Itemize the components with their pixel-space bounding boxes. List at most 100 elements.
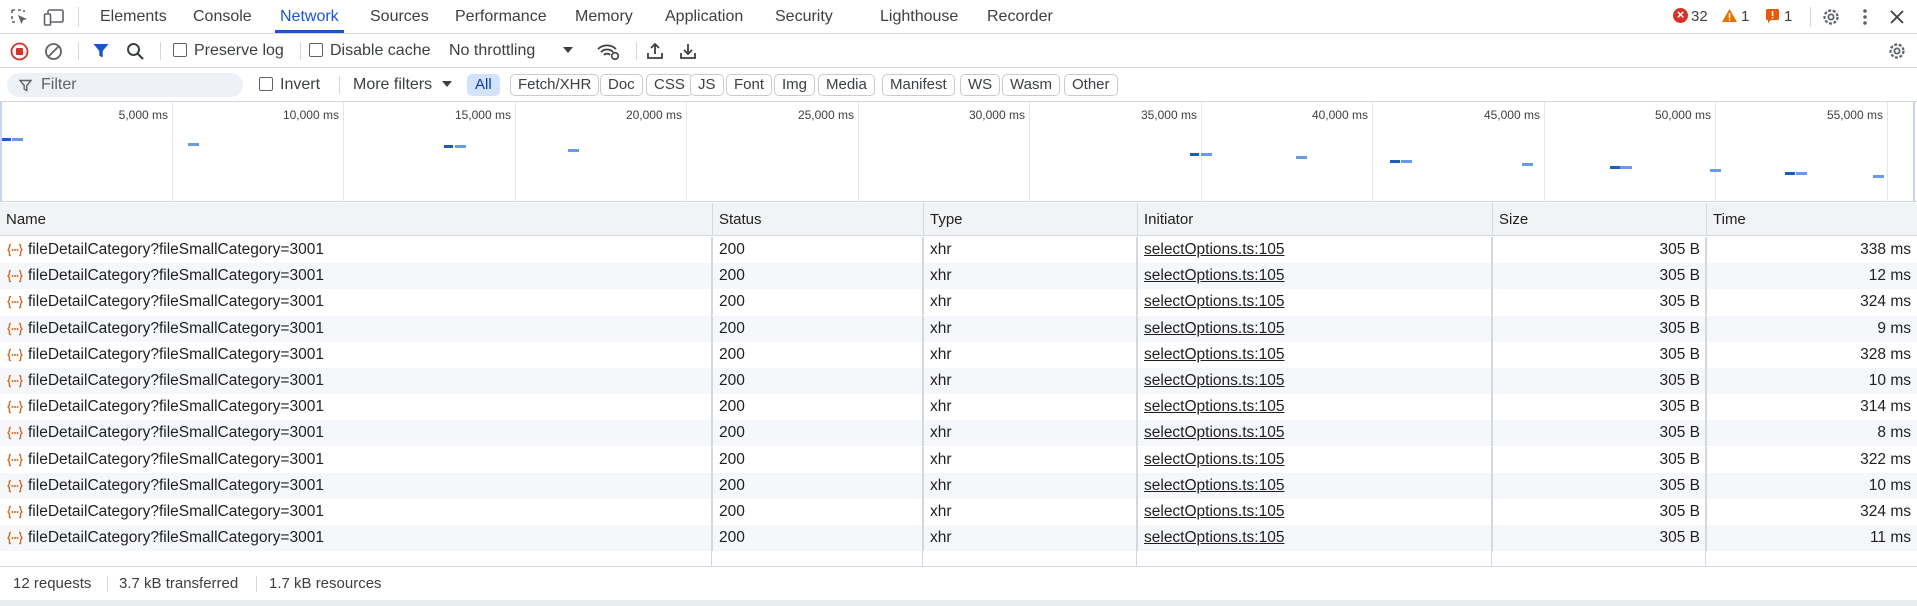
cell-initiator: selectOptions.ts:105 <box>1137 315 1492 342</box>
initiator-link[interactable]: selectOptions.ts:105 <box>1144 477 1284 494</box>
filter-type-img[interactable]: Img <box>774 74 816 96</box>
settings-gear-icon[interactable] <box>1820 7 1842 27</box>
table-row[interactable]: fileDetailCategory?fileSmallCategory=300… <box>0 237 1917 263</box>
error-count-badge[interactable]: 32 <box>1673 6 1708 26</box>
network-settings-gear-icon[interactable] <box>1886 41 1908 65</box>
clear-log-icon[interactable] <box>44 42 63 65</box>
filter-type-other[interactable]: Other <box>1064 74 1118 96</box>
tab-security[interactable]: Security <box>775 0 833 33</box>
overview-gridline <box>1887 102 1888 202</box>
overview-gridline <box>172 102 173 202</box>
table-row[interactable]: fileDetailCategory?fileSmallCategory=300… <box>0 263 1917 290</box>
column-header-initiator[interactable]: Initiator <box>1137 203 1492 236</box>
warning-icon <box>1722 9 1737 22</box>
initiator-link[interactable]: selectOptions.ts:105 <box>1144 241 1284 258</box>
tab-performance[interactable]: Performance <box>455 0 547 33</box>
filter-type-fetch-xhr[interactable]: Fetch/XHR <box>510 74 600 96</box>
table-row[interactable]: fileDetailCategory?fileSmallCategory=300… <box>0 289 1917 316</box>
tab-lighthouse[interactable]: Lighthouse <box>880 0 958 33</box>
filter-type-doc[interactable]: Doc <box>600 74 643 96</box>
column-header-status[interactable]: Status <box>712 203 923 236</box>
invert-check[interactable] <box>259 77 273 91</box>
initiator-link[interactable]: selectOptions.ts:105 <box>1144 503 1284 520</box>
network-overview-timeline[interactable]: 5,000 ms 10,000 ms 15,000 ms 20,000 ms 25,00… <box>0 102 1917 202</box>
table-row[interactable]: fileDetailCategory?fileSmallCategory=300… <box>0 499 1917 525</box>
initiator-link[interactable]: selectOptions.ts:105 <box>1144 424 1284 441</box>
initiator-link[interactable]: selectOptions.ts:105 <box>1144 529 1284 546</box>
overview-request-bar <box>1620 166 1632 169</box>
filter-type-manifest[interactable]: Manifest <box>882 74 955 96</box>
network-conditions-icon[interactable] <box>596 41 620 65</box>
disable-cache-check[interactable] <box>309 43 323 57</box>
table-row[interactable]: fileDetailCategory?fileSmallCategory=300… <box>0 525 1917 552</box>
initiator-link[interactable]: selectOptions.ts:105 <box>1144 451 1284 468</box>
cell-status: 200 <box>712 263 923 290</box>
tab-console[interactable]: Console <box>193 0 252 33</box>
device-toolbar-icon[interactable] <box>43 7 65 27</box>
column-header-name[interactable]: Name <box>0 203 712 236</box>
table-row[interactable]: fileDetailCategory?fileSmallCategory=300… <box>0 341 1917 368</box>
issues-count-badge[interactable]: 1 <box>1765 8 1792 26</box>
import-har-icon[interactable] <box>646 42 664 64</box>
column-divider <box>1136 237 1137 566</box>
table-row[interactable]: fileDetailCategory?fileSmallCategory=300… <box>0 368 1917 394</box>
invert-checkbox[interactable]: Invert <box>259 76 320 94</box>
preserve-log-check[interactable] <box>173 43 187 57</box>
overview-window-handle-left[interactable] <box>0 102 2 202</box>
cell-type: xhr <box>923 446 1137 473</box>
xhr-file-icon <box>7 374 23 388</box>
preserve-log-checkbox[interactable]: Preserve log <box>173 42 284 60</box>
more-filters-dropdown[interactable]: More filters <box>353 76 453 94</box>
filter-input[interactable] <box>7 73 243 97</box>
inspect-element-icon[interactable] <box>9 7 31 27</box>
cell-initiator: selectOptions.ts:105 <box>1137 499 1492 525</box>
cell-name: fileDetailCategory?fileSmallCategory=300… <box>0 525 712 551</box>
throttling-select[interactable]: No throttling <box>449 42 574 60</box>
xhr-file-icon <box>7 269 23 283</box>
filter-funnel-icon[interactable] <box>92 42 110 64</box>
filter-type-font[interactable]: Font <box>726 74 773 96</box>
initiator-link[interactable]: selectOptions.ts:105 <box>1144 346 1284 363</box>
xhr-file-icon <box>7 322 23 335</box>
filter-type-ws[interactable]: WS <box>960 74 1001 96</box>
tab-recorder[interactable]: Recorder <box>987 0 1053 33</box>
column-header-time[interactable]: Time <box>1706 203 1917 236</box>
search-icon[interactable] <box>126 42 145 65</box>
disable-cache-checkbox[interactable]: Disable cache <box>309 42 431 60</box>
overview-window-handle-right[interactable] <box>1913 102 1915 202</box>
tab-network[interactable]: Network <box>280 0 339 33</box>
more-options-icon[interactable] <box>1854 7 1876 27</box>
table-row[interactable]: fileDetailCategory?fileSmallCategory=300… <box>0 420 1917 447</box>
cell-name: fileDetailCategory?fileSmallCategory=300… <box>0 263 712 289</box>
transferred-size: 3.7 kB transferred <box>119 575 239 592</box>
stop-recording-icon[interactable] <box>10 42 29 65</box>
column-header-type[interactable]: Type <box>923 203 1137 236</box>
close-icon[interactable] <box>1886 7 1908 27</box>
tab-elements[interactable]: Elements <box>100 0 167 33</box>
cell-status: 200 <box>712 315 923 342</box>
table-row[interactable]: fileDetailCategory?fileSmallCategory=300… <box>0 394 1917 421</box>
cell-time: 12 ms <box>1706 263 1917 290</box>
export-har-icon[interactable] <box>679 42 697 64</box>
table-row[interactable]: fileDetailCategory?fileSmallCategory=300… <box>0 315 1917 342</box>
filter-type-wasm[interactable]: Wasm <box>1002 74 1060 96</box>
initiator-link[interactable]: selectOptions.ts:105 <box>1144 293 1284 310</box>
tab-application[interactable]: Application <box>665 0 743 33</box>
column-header-size[interactable]: Size <box>1492 203 1706 236</box>
initiator-link[interactable]: selectOptions.ts:105 <box>1144 267 1284 284</box>
initiator-link[interactable]: selectOptions.ts:105 <box>1144 398 1284 415</box>
filter-type-all[interactable]: All <box>467 74 500 96</box>
initiator-link[interactable]: selectOptions.ts:105 <box>1144 320 1284 337</box>
tab-memory[interactable]: Memory <box>575 0 633 33</box>
initiator-link[interactable]: selectOptions.ts:105 <box>1144 372 1284 389</box>
filter-type-css[interactable]: CSS <box>646 74 693 96</box>
table-row[interactable]: fileDetailCategory?fileSmallCategory=300… <box>0 446 1917 473</box>
table-row[interactable]: fileDetailCategory?fileSmallCategory=300… <box>0 472 1917 499</box>
cell-size: 305 B <box>1492 499 1706 525</box>
filter-type-js[interactable]: JS <box>690 74 724 96</box>
filter-type-media[interactable]: Media <box>818 74 875 96</box>
cell-type: xhr <box>923 341 1137 368</box>
warning-count-badge[interactable]: 1 <box>1721 8 1749 26</box>
overview-request-bar <box>1610 166 1620 169</box>
tab-sources[interactable]: Sources <box>370 0 429 33</box>
